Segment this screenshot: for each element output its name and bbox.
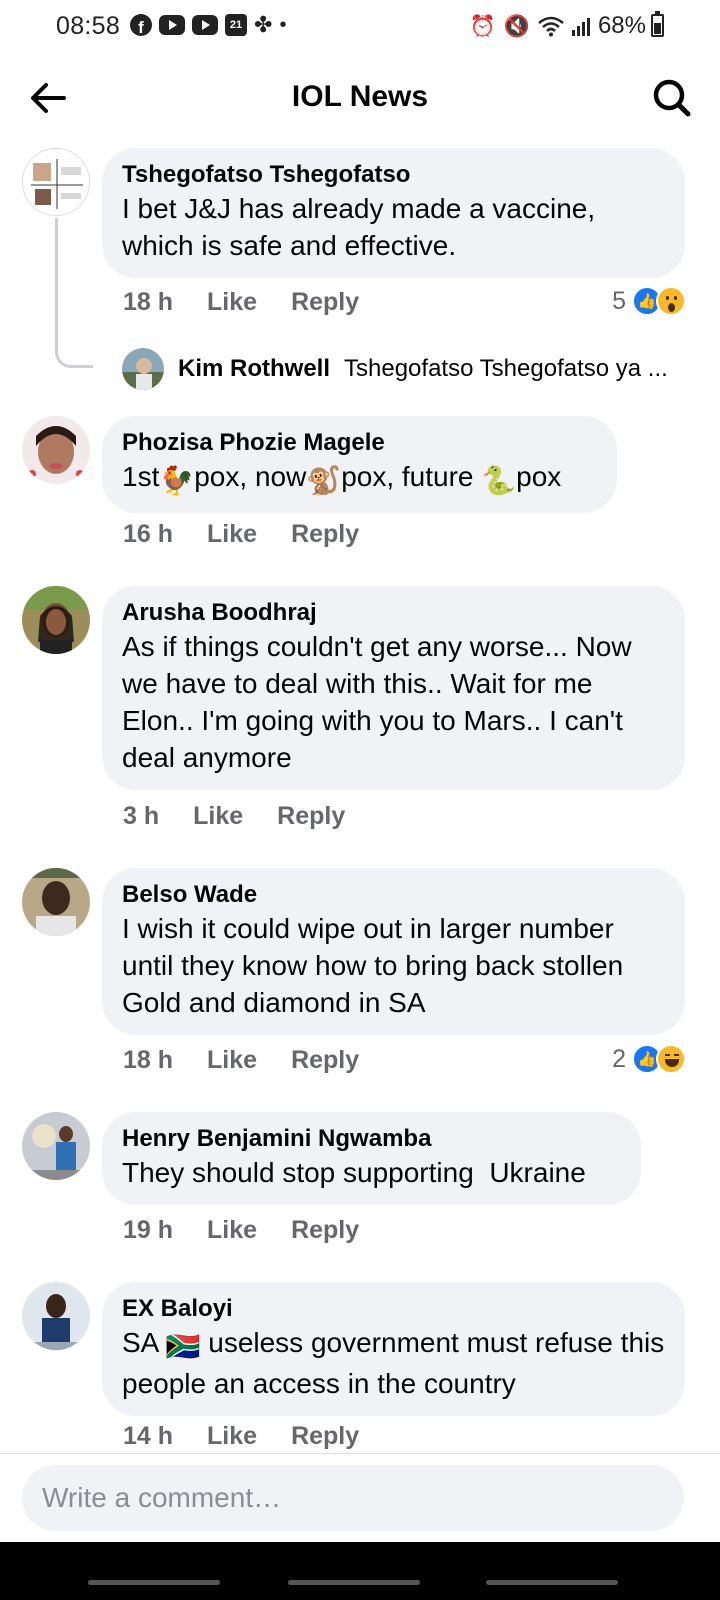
text-part: SA [122, 1327, 166, 1358]
mute-icon: 🔇 [503, 14, 530, 38]
youtube-icon [159, 15, 185, 35]
search-button[interactable] [650, 76, 694, 120]
comment-bubble[interactable]: Phozisa Phozie Magele 1st🐓pox, now🐒pox, … [102, 416, 617, 513]
snake-emoji: 🐍 [481, 465, 517, 496]
comment-actions: 18 h Like Reply [123, 1046, 359, 1075]
reply-button[interactable]: Reply [291, 1422, 359, 1451]
like-button[interactable]: Like [207, 1216, 257, 1245]
avatar[interactable] [22, 416, 90, 484]
reply-text: Tshegofatso Tshegofatso ya ... [344, 355, 668, 382]
back-nav-button[interactable] [486, 1580, 618, 1585]
like-button[interactable]: Like [207, 1422, 257, 1451]
comment-time[interactable]: 19 h [123, 1216, 173, 1245]
home-button[interactable] [288, 1580, 420, 1585]
comment-author[interactable]: EX Baloyi [122, 1294, 665, 1324]
reaction-summary[interactable]: 2 👍 [612, 1044, 686, 1074]
youtube-icon [192, 15, 218, 35]
reply-thread-line [55, 218, 93, 368]
comment-time[interactable]: 18 h [123, 288, 173, 317]
battery-icon [651, 11, 664, 37]
recent-apps-button[interactable] [88, 1580, 220, 1585]
avatar[interactable] [22, 1282, 90, 1350]
battery-percent: 68% [597, 12, 646, 39]
avatar[interactable] [22, 868, 90, 936]
alarm-icon: ⏰ [469, 14, 496, 38]
page-title: IOL News [291, 80, 429, 113]
notification-icons: f 21 ✤ • [130, 14, 286, 36]
reaction-summary[interactable]: 5 👍 [612, 286, 686, 316]
reply-author[interactable]: Kim Rothwell [178, 355, 330, 383]
avatar[interactable] [22, 148, 90, 216]
avatar[interactable] [22, 1112, 90, 1180]
rooster-emoji: 🐓 [159, 465, 195, 496]
text-part: useless government must refuse this peop… [122, 1327, 665, 1399]
wow-reaction-icon [656, 286, 686, 316]
system-icons: ⏰ 🔇 68% [470, 12, 646, 40]
reply-preview[interactable]: Kim Rothwell Tshegofatso Tshegofatso ya … [122, 348, 668, 390]
comment-text: They should stop supporting Ukraine [122, 1157, 586, 1188]
app-header: IOL News [0, 60, 720, 136]
comment-author[interactable]: Henry Benjamini Ngwamba [122, 1124, 621, 1154]
reply-button[interactable]: Reply [291, 288, 359, 317]
avatar[interactable] [22, 586, 90, 654]
comment-bubble[interactable]: EX Baloyi SA 🇿🇦 useless government must … [102, 1282, 685, 1416]
reaction-count: 5 [612, 286, 626, 315]
comment-text: 1st🐓pox, now🐒pox, future 🐍pox [122, 458, 597, 499]
calendar-icon: 21 [225, 14, 247, 36]
like-button[interactable]: Like [207, 1046, 257, 1075]
comment-author[interactable]: Tshegofatso Tshegofatso [122, 160, 665, 190]
like-button[interactable]: Like [193, 802, 243, 831]
monkey-emoji: 🐒 [306, 465, 342, 496]
comment-time[interactable]: 16 h [123, 520, 173, 549]
comment-text: I bet J&J has already made a vaccine, wh… [122, 193, 596, 261]
comment-text: As if things couldn't get any worse... N… [122, 631, 632, 773]
comment-bubble[interactable]: Henry Benjamini Ngwamba They should stop… [102, 1112, 641, 1205]
reply-button[interactable]: Reply [291, 1216, 359, 1245]
pinwheel-icon: ✤ [254, 12, 273, 37]
like-button[interactable]: Like [207, 288, 257, 317]
comment-actions: 14 h Like Reply [123, 1422, 359, 1451]
comment-text: SA 🇿🇦 useless government must refuse thi… [122, 1324, 665, 1402]
search-icon [653, 79, 691, 117]
like-button[interactable]: Like [207, 520, 257, 549]
comment-input[interactable]: Write a comment… [22, 1465, 684, 1531]
composer-divider [0, 1453, 720, 1454]
haha-reaction-icon [656, 1044, 686, 1074]
text-part: pox, future [341, 461, 482, 492]
reaction-count: 2 [612, 1044, 626, 1073]
status-bar: 08:58 f 21 ✤ • ⏰ 🔇 68% [0, 0, 720, 54]
wifi-icon [538, 16, 564, 37]
south-africa-flag-emoji: 🇿🇦 [165, 1331, 201, 1362]
dot-icon: • [279, 14, 287, 36]
reply-button[interactable]: Reply [277, 802, 345, 831]
comment-time[interactable]: 3 h [123, 802, 159, 831]
comment-actions: 19 h Like Reply [123, 1216, 359, 1245]
signal-icon [571, 16, 590, 36]
comment-input-placeholder: Write a comment… [42, 1482, 282, 1513]
comment-time[interactable]: 14 h [123, 1422, 173, 1451]
system-nav-bar [0, 1542, 720, 1600]
comment-author[interactable]: Phozisa Phozie Magele [122, 428, 597, 458]
comment-bubble[interactable]: Tshegofatso Tshegofatso I bet J&J has al… [102, 148, 685, 278]
comment-text: I wish it could wipe out in larger numbe… [122, 913, 624, 1018]
comment-time[interactable]: 18 h [123, 1046, 173, 1075]
comment-actions: 18 h Like Reply [123, 288, 359, 317]
comment-bubble[interactable]: Arusha Boodhraj As if things couldn't ge… [102, 586, 685, 790]
text-part: pox [516, 461, 562, 492]
status-time: 08:58 [56, 12, 121, 40]
comment-actions: 16 h Like Reply [123, 520, 359, 549]
comment-bubble[interactable]: Belso Wade I wish it could wipe out in l… [102, 868, 685, 1035]
text-part: pox, now [194, 461, 307, 492]
comment-author[interactable]: Belso Wade [122, 880, 665, 910]
comment-actions: 3 h Like Reply [123, 802, 345, 831]
reply-button[interactable]: Reply [291, 520, 359, 549]
avatar[interactable] [122, 348, 164, 390]
comment-author[interactable]: Arusha Boodhraj [122, 598, 665, 628]
reply-button[interactable]: Reply [291, 1046, 359, 1075]
text-part: 1st [122, 461, 160, 492]
facebook-icon: f [130, 14, 152, 36]
